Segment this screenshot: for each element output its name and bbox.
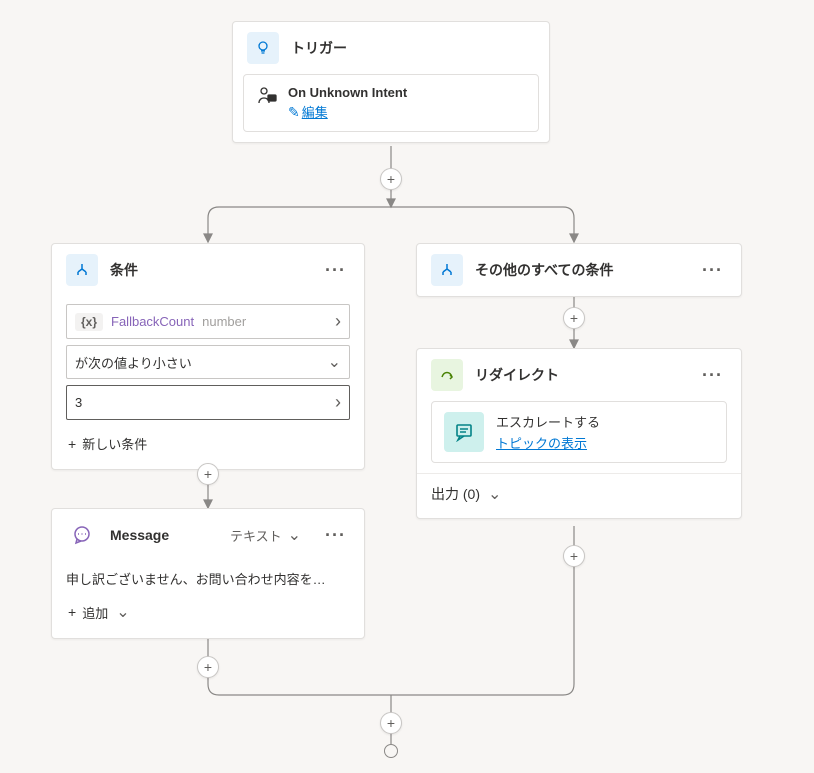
plus-icon: + bbox=[68, 436, 76, 452]
add-label: 追加 bbox=[82, 603, 108, 622]
end-node bbox=[384, 744, 398, 758]
more-menu-button[interactable]: ··· bbox=[321, 260, 350, 281]
intent-name: On Unknown Intent bbox=[288, 85, 526, 100]
operator-label: が次の値より小さい bbox=[75, 353, 328, 372]
trigger-intent-card[interactable]: ? On Unknown Intent ✎編集 bbox=[243, 74, 539, 132]
condition-header: 条件 ··· bbox=[52, 244, 364, 296]
trigger-header: トリガー bbox=[233, 22, 549, 74]
escalate-label: エスカレートする bbox=[496, 412, 714, 431]
add-node-button[interactable]: + bbox=[380, 168, 402, 190]
value-selector[interactable]: 3 bbox=[66, 385, 350, 420]
message-type-label[interactable]: テキスト bbox=[230, 526, 282, 545]
variable-name: FallbackCount bbox=[111, 314, 194, 329]
add-variation-button[interactable]: + 追加 bbox=[66, 594, 350, 624]
condition-else-header: その他のすべての条件 ··· bbox=[417, 244, 741, 296]
pencil-icon: ✎ bbox=[288, 104, 300, 120]
add-node-button[interactable]: + bbox=[197, 656, 219, 678]
condition-else-node: その他のすべての条件 ··· bbox=[416, 243, 742, 297]
trigger-title: トリガー bbox=[291, 38, 535, 58]
add-node-button[interactable]: + bbox=[563, 545, 585, 567]
output-label: 出力 (0) bbox=[431, 484, 480, 504]
more-menu-button[interactable]: ··· bbox=[698, 365, 727, 386]
add-condition-button[interactable]: + 新しい条件 bbox=[66, 426, 350, 455]
message-node: Message テキスト ··· 申し訳ございません、お問い合わせ内容を… + … bbox=[51, 508, 365, 639]
chevron-down-icon bbox=[288, 525, 301, 545]
redirect-header: リダイレクト ··· bbox=[417, 349, 741, 401]
message-text[interactable]: 申し訳ございません、お問い合わせ内容を… bbox=[66, 569, 350, 594]
variable-selector[interactable]: {x} FallbackCount number bbox=[66, 304, 350, 339]
variable-badge: {x} bbox=[75, 313, 103, 331]
value-text: 3 bbox=[75, 395, 335, 410]
message-title: Message bbox=[110, 527, 218, 543]
escalate-card[interactable]: エスカレートする トピックの表示 bbox=[431, 401, 727, 463]
chevron-down-icon bbox=[116, 602, 129, 622]
chevron-right-icon bbox=[335, 311, 341, 332]
add-node-button[interactable]: + bbox=[563, 307, 585, 329]
branch-icon bbox=[66, 254, 98, 286]
trigger-node: トリガー ? On Unknown Intent ✎編集 bbox=[232, 21, 550, 143]
add-condition-label: 新しい条件 bbox=[82, 434, 147, 453]
chevron-down-icon bbox=[328, 352, 341, 372]
svg-text:?: ? bbox=[271, 96, 274, 102]
lightbulb-icon bbox=[247, 32, 279, 64]
redirect-node: リダイレクト ··· エスカレートする トピックの表示 出力 (0) bbox=[416, 348, 742, 519]
plus-icon: + bbox=[68, 604, 76, 620]
add-node-button[interactable]: + bbox=[197, 463, 219, 485]
add-node-button[interactable]: + bbox=[380, 712, 402, 734]
output-toggle[interactable]: 出力 (0) bbox=[417, 474, 741, 518]
condition-title: 条件 bbox=[110, 260, 309, 280]
more-menu-button[interactable]: ··· bbox=[321, 525, 350, 546]
condition-else-title: その他のすべての条件 bbox=[475, 260, 686, 280]
edit-link[interactable]: 編集 bbox=[302, 105, 328, 120]
view-topic-link[interactable]: トピックの表示 bbox=[496, 433, 714, 452]
branch-icon bbox=[431, 254, 463, 286]
more-menu-button[interactable]: ··· bbox=[698, 260, 727, 281]
message-header: Message テキスト ··· bbox=[52, 509, 364, 561]
person-chat-icon: ? bbox=[256, 85, 278, 107]
operator-selector[interactable]: が次の値より小さい bbox=[66, 345, 350, 379]
chat-icon bbox=[66, 519, 98, 551]
chat-bubble-icon bbox=[444, 412, 484, 452]
chevron-down-icon bbox=[488, 484, 501, 504]
variable-type: number bbox=[202, 314, 246, 329]
condition-node: 条件 ··· {x} FallbackCount number が次の値より小さ… bbox=[51, 243, 365, 470]
chevron-right-icon bbox=[335, 392, 341, 413]
redirect-title: リダイレクト bbox=[475, 365, 686, 385]
redirect-icon bbox=[431, 359, 463, 391]
